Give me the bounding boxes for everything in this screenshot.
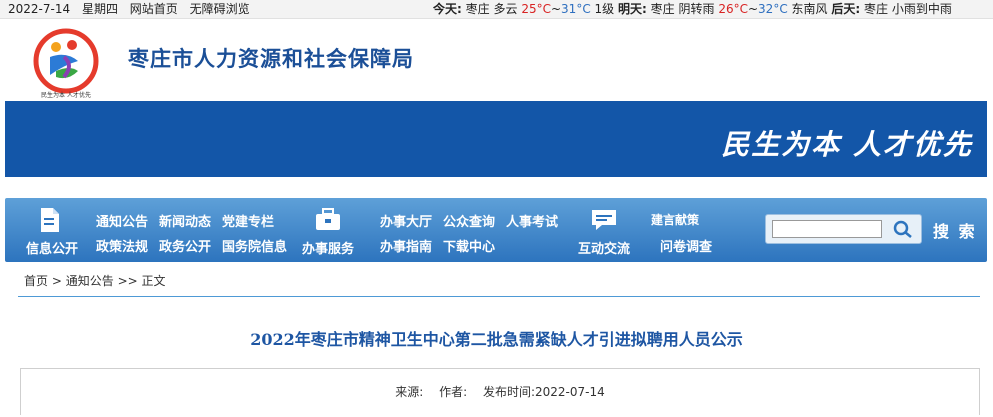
header-banner: 民生为本 人才优先 bbox=[5, 101, 987, 177]
banner-slogan: 民生为本 人才优先 bbox=[721, 128, 973, 161]
breadcrumb-section[interactable]: 通知公告 bbox=[66, 274, 114, 288]
breadcrumb: 首页 > 通知公告 >> 正文 bbox=[24, 272, 166, 289]
nav-party[interactable]: 党建专栏 bbox=[222, 211, 274, 230]
article-meta-box: 来源: 作者: 发布时间:2022-07-14 bbox=[20, 368, 980, 415]
breadcrumb-divider bbox=[18, 296, 980, 297]
top-info-bar: 2022-7-14 星期四 网站首页 无障碍浏览 今天: 枣庄 多云 25°C~… bbox=[0, 0, 993, 19]
nav-guide[interactable]: 办事指南 bbox=[380, 236, 432, 255]
current-date: 2022-7-14 bbox=[8, 2, 71, 16]
chat-bubble-icon bbox=[592, 210, 616, 230]
dayafter-city: 枣庄 bbox=[864, 2, 889, 16]
publish-date-label: 发布时间:2022-07-14 bbox=[483, 385, 605, 399]
article-title: 2022年枣庄市精神卫生中心第二批急需紧缺人才引进拟聘用人员公示 bbox=[250, 330, 743, 349]
search-box bbox=[765, 214, 922, 244]
today-label: 今天: bbox=[433, 2, 462, 16]
nav-exam[interactable]: 人事考试 bbox=[506, 211, 558, 230]
nav-info-public[interactable]: 信息公开 bbox=[17, 238, 87, 257]
nav-download[interactable]: 下载中心 bbox=[443, 236, 495, 255]
today-low-temp: 25°C bbox=[521, 2, 551, 16]
tomorrow-weather: 阴转雨 bbox=[678, 2, 715, 16]
nav-gov-public[interactable]: 政务公开 bbox=[159, 236, 211, 255]
tomorrow-city: 枣庄 bbox=[650, 2, 675, 16]
nav-news[interactable]: 新闻动态 bbox=[159, 211, 211, 230]
home-link[interactable]: 网站首页 bbox=[130, 2, 178, 16]
nav-suggestion[interactable]: 建言献策 bbox=[651, 211, 699, 228]
weather-forecast: 今天: 枣庄 多云 25°C~31°C 1级 明天: 枣庄 阴转雨 26°C~3… bbox=[433, 0, 952, 18]
document-icon bbox=[41, 208, 59, 232]
tomorrow-wind: 东南风 bbox=[791, 2, 828, 16]
dayafter-weather: 小雨到中雨 bbox=[891, 2, 952, 16]
tomorrow-high-temp: 32°C bbox=[758, 2, 788, 16]
top-bar-left: 2022-7-14 星期四 网站首页 无障碍浏览 bbox=[8, 0, 258, 18]
breadcrumb-sep: > bbox=[51, 274, 62, 288]
bureau-logo-icon[interactable]: 民生为本 人才优先 bbox=[20, 27, 112, 99]
publish-date-prefix: 发布时间: bbox=[482, 385, 536, 399]
article-meta: 来源: 作者: 发布时间:2022-07-14 bbox=[21, 383, 979, 400]
site-header: 民生为本 人才优先 枣庄市人力资源和社会保障局 bbox=[0, 19, 993, 101]
source-label: 来源: bbox=[395, 385, 424, 399]
dayafter-label: 后天: bbox=[831, 2, 861, 16]
main-nav: 信息公开 通知公告 新闻动态 党建专栏 政策法规 政务公开 国务院信息 办事服务… bbox=[5, 198, 987, 262]
publish-date: 2022-07-14 bbox=[535, 385, 605, 399]
search-button[interactable]: 搜 索 bbox=[933, 218, 977, 242]
breadcrumb-current: 正文 bbox=[141, 274, 166, 288]
site-title: 枣庄市人力资源和社会保障局 bbox=[128, 47, 414, 71]
accessible-browse-link[interactable]: 无障碍浏览 bbox=[190, 2, 250, 16]
nav-state-council[interactable]: 国务院信息 bbox=[222, 236, 287, 255]
nav-query[interactable]: 公众查询 bbox=[443, 211, 495, 230]
nav-service[interactable]: 办事服务 bbox=[293, 238, 363, 257]
breadcrumb-home[interactable]: 首页 bbox=[24, 274, 48, 288]
nav-interact[interactable]: 互动交流 bbox=[569, 238, 639, 257]
today-wind: 1级 bbox=[594, 2, 615, 16]
today-tilde: ~ bbox=[550, 2, 562, 16]
nav-notice[interactable]: 通知公告 bbox=[96, 211, 148, 230]
today-high-temp: 31°C bbox=[561, 2, 591, 16]
logo-caption: 民生为本 人才优先 bbox=[41, 91, 91, 99]
nav-policy[interactable]: 政策法规 bbox=[96, 236, 148, 255]
current-weekday: 星期四 bbox=[81, 2, 118, 16]
search-icon[interactable] bbox=[892, 219, 914, 239]
search-input[interactable] bbox=[772, 220, 882, 238]
tomorrow-label: 明天: bbox=[618, 2, 647, 16]
today-weather: 多云 bbox=[493, 2, 518, 16]
nav-hall[interactable]: 办事大厅 bbox=[380, 211, 432, 230]
author-label: 作者: bbox=[439, 385, 468, 399]
tomorrow-low-temp: 26°C bbox=[718, 2, 748, 16]
breadcrumb-sep: >> bbox=[117, 274, 138, 288]
briefcase-icon bbox=[316, 208, 340, 230]
tomorrow-tilde: ~ bbox=[747, 2, 759, 16]
nav-survey[interactable]: 问卷调查 bbox=[660, 236, 712, 255]
today-city: 枣庄 bbox=[465, 2, 490, 16]
